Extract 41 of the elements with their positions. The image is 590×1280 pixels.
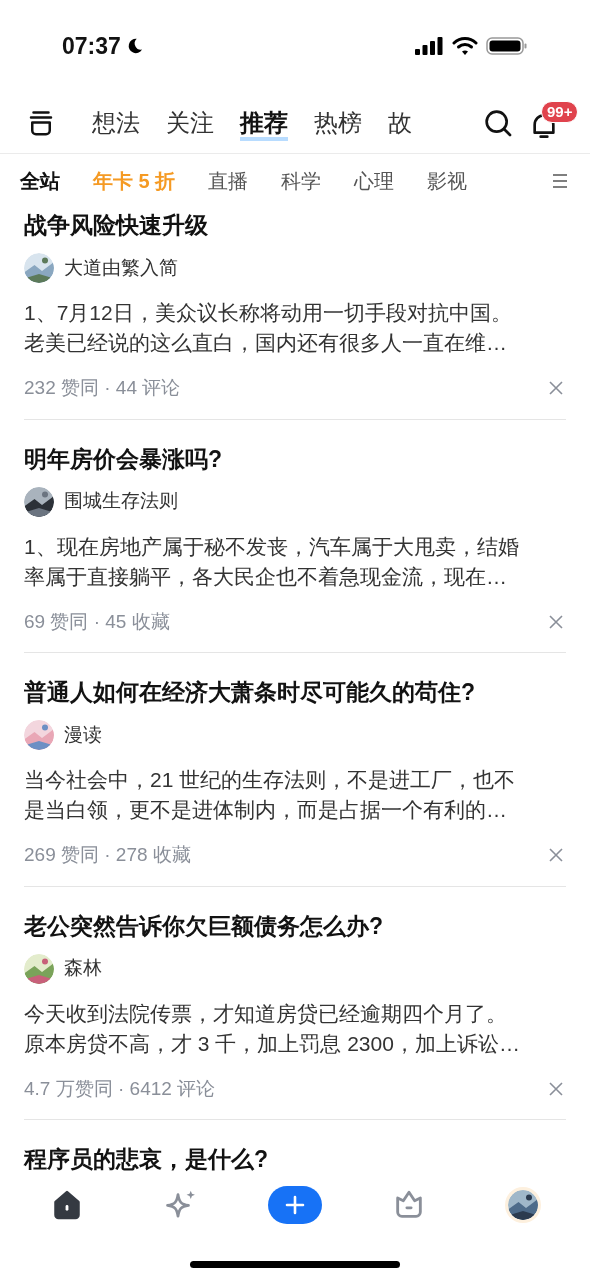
post-title[interactable]: 老公突然告诉你欠巨额债务怎么办?: [24, 908, 566, 943]
battery-icon: [486, 36, 528, 56]
post-title[interactable]: 战争风险快速升级: [24, 208, 566, 242]
menu-icon[interactable]: [550, 171, 570, 191]
author-name[interactable]: 漫读: [64, 720, 102, 750]
post-stats: 232 赞同 · 44 评论: [24, 376, 181, 400]
channel-tab[interactable]: 全站: [20, 166, 60, 196]
close-icon[interactable]: [548, 1080, 564, 1097]
author-name[interactable]: 大道由繁入简: [64, 253, 178, 283]
create-button[interactable]: [268, 1186, 322, 1224]
top-tab[interactable]: 故: [388, 104, 412, 141]
plus-icon: [285, 1195, 305, 1215]
top-tab[interactable]: 推荐: [240, 104, 288, 141]
notification-button[interactable]: 99+: [528, 100, 584, 145]
post-title[interactable]: 程序员的悲哀，是什么?: [24, 1142, 566, 1176]
post-excerpt[interactable]: 今天收到法院传票，才知道房贷已经逾期四个月了。 原本房贷不高，才 3 千，加上罚息 2300，加上诉讼…: [24, 998, 566, 1059]
channel-tab[interactable]: 心理: [354, 166, 395, 196]
channel-tab[interactable]: 直播: [208, 166, 249, 196]
author-name[interactable]: 森林: [64, 954, 102, 983]
post-title[interactable]: 明年房价会暴涨吗?: [24, 441, 566, 476]
post-title[interactable]: 普通人如何在经济大萧条时尽可能久的苟住?: [24, 675, 566, 709]
top-tab[interactable]: 关注: [166, 104, 214, 141]
notification-badge: 99+: [541, 100, 579, 123]
close-icon[interactable]: [548, 613, 564, 630]
top-tab[interactable]: 想法: [92, 104, 140, 141]
close-icon[interactable]: [548, 380, 564, 397]
signal-icon: [414, 36, 444, 56]
status-time: 07:37: [62, 31, 121, 61]
post-excerpt[interactable]: 1、现在房地产属于秘不发丧，汽车属于大甩卖，结婚 率属于直接躺平，各大民企也不着急现金流，现在…: [24, 531, 566, 592]
post-excerpt[interactable]: 1、7月12日，美众议长称将动用一切手段对抗中国。 老美已经说的这么直白，国内还有很多人一直在维…: [24, 298, 566, 358]
channel-tab[interactable]: 影视: [427, 166, 468, 196]
close-icon[interactable]: [548, 847, 564, 864]
channel-tab[interactable]: 科学: [281, 166, 322, 196]
post-stats: 69 赞同 · 45 收藏: [24, 609, 170, 634]
post-stats: 4.7 万赞同 · 6412 评论: [24, 1076, 216, 1101]
author-name[interactable]: 围城生存法则: [64, 487, 178, 516]
post-stats: 269 赞同 · 278 收藏: [24, 843, 191, 867]
wifi-icon: [452, 36, 478, 56]
top-tab[interactable]: 热榜: [314, 104, 362, 141]
post-excerpt[interactable]: 当今社会中，21 世纪的生存法则，不是进工厂，也不 是当白领，更不是进体制内，而是占据一个有利的…: [24, 765, 566, 825]
profile-avatar[interactable]: [505, 1187, 541, 1223]
